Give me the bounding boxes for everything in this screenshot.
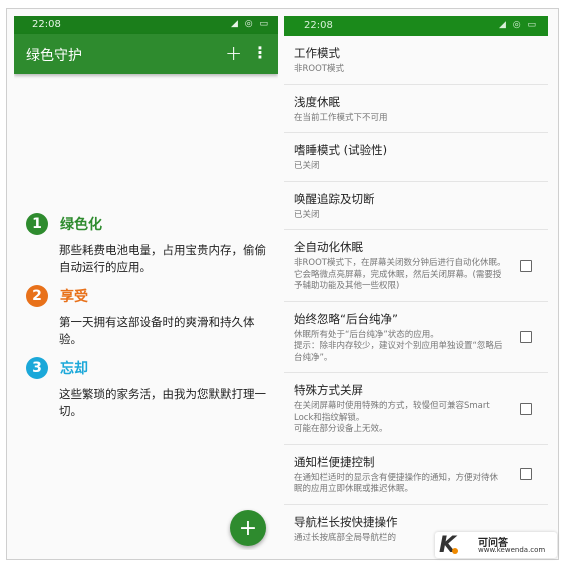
settings-checkbox[interactable] xyxy=(520,468,532,480)
settings-checkbox[interactable] xyxy=(520,259,532,272)
right-phone-screen: 22:08 ◢ ◎ ▭ 工作模式 非ROOT模式 浅度休眠 在当前工作模式下不可用 嗜睡… xyxy=(284,16,548,550)
status-time: 22:08 xyxy=(32,19,61,30)
feature-description: 那些耗费电池电量，占用宝贵内存，偷偷自动运行的应用。 xyxy=(59,243,266,274)
settings-item-title: 工作模式 xyxy=(294,46,340,60)
settings-item-summary: 非ROOT模式 xyxy=(294,64,344,74)
watermark-logo: K 可问答 www.kewenda.com xyxy=(435,532,557,558)
settings-item-title: 浅度休眠 xyxy=(294,94,340,109)
settings-item-title: 特殊方式关屏 xyxy=(294,383,363,397)
settings-item-title: 始终忽略“后台纯净” xyxy=(294,311,398,326)
settings-item[interactable]: 通知栏便捷控制在通知栏适时的显示含有便捷操作的通知，方便对待休眠的应用立即休眠或… xyxy=(284,445,548,505)
add-icon[interactable]: + xyxy=(225,41,242,65)
feature-description: 第一天拥有这部设备时的爽滑和持久体验。 xyxy=(59,315,255,346)
feature-number-badge: 3 xyxy=(26,357,48,379)
settings-item[interactable]: 特殊方式关屏在关闭屏幕时使用特殊的方式，较慢但可兼容Smart Lock和指纹解… xyxy=(284,373,548,445)
feature-name: 忘却 xyxy=(60,361,88,377)
status-bar: 22:08 ◢ ◎ ▭ xyxy=(14,16,278,34)
app-bar: 绿色守护 + ⋮ xyxy=(14,34,278,74)
settings-item-summary: 已关闭 xyxy=(294,209,320,220)
settings-checkbox[interactable] xyxy=(520,402,532,415)
more-options-icon[interactable]: ⋮ xyxy=(252,43,268,62)
status-bar: 22:08 ◢ ◎ ▭ xyxy=(284,16,548,36)
feature-name: 绿色化 xyxy=(60,217,102,233)
add-fab-button[interactable]: + xyxy=(230,510,266,546)
settings-item-summary: 在通知栏适时的显示含有便捷操作的通知，方便对待休眠的应用立即休眠或推迟休眠。 xyxy=(294,472,499,495)
watermark-dot xyxy=(452,548,458,554)
feature-item: 3 忘却 这些繁琐的家务活，由我为您默默打理一切。 xyxy=(26,356,270,420)
settings-item[interactable]: 唤醒追踪及切断已关闭 xyxy=(284,182,548,230)
status-icons: ◢ ◎ ▭ xyxy=(231,19,270,29)
settings-item[interactable]: 始终忽略“后台纯净” 休眠所有处于“后台纯净”状态的应用。 提示：除非内存较少，建… xyxy=(284,302,548,373)
watermark-k: K xyxy=(439,533,457,558)
settings-item-title: 全自动化休眠 xyxy=(294,240,363,254)
settings-item[interactable]: 浅度休眠在当前工作模式下不可用 xyxy=(284,85,548,133)
status-icons: ◢ ◎ ▭ xyxy=(499,20,538,30)
settings-item-summary: 休眠所有处于“后台纯净”状态的应用。 提示：除非内存较少，建议对个别应用单独设置… xyxy=(294,329,503,363)
settings-item-title: 唤醒追踪及切断 xyxy=(294,191,375,206)
settings-list: 工作模式 非ROOT模式 浅度休眠 在当前工作模式下不可用 嗜睡模式 (试验性) 已关闭唤… xyxy=(284,36,548,550)
settings-item[interactable]: 工作模式非ROOT模式 xyxy=(284,36,548,85)
feature-item: 2 享受 第一天拥有这部设备时的爽滑和持久体验。 xyxy=(26,284,270,348)
watermark-url: www.kewenda.com xyxy=(478,546,546,554)
feature-number-badge: 2 xyxy=(26,285,48,307)
feature-name: 享受 xyxy=(60,289,88,305)
settings-item-summary: 在关闭屏幕时使用特殊的方式，较慢但可兼容Smart Lock和指纹解锁。 可能在… xyxy=(294,401,490,434)
feature-description: 这些繁琐的家务活，由我为您默默打理一切。 xyxy=(59,387,266,418)
intro-features: 1 绿色化 那些耗费电池电量，占用宝贵内存，偷偷自动运行的应用。 2 享受 第一… xyxy=(26,212,270,428)
settings-checkbox[interactable] xyxy=(520,331,532,343)
app-title: 绿色守护 xyxy=(26,48,82,64)
feature-item: 1 绿色化 那些耗费电池电量，占用宝贵内存，偷偷自动运行的应用。 xyxy=(26,212,270,276)
settings-item[interactable]: 嗜睡模式 (试验性) 已关闭 xyxy=(284,133,548,182)
settings-item-title: 通知栏便捷控制 xyxy=(294,454,375,469)
settings-item-summary: 在当前工作模式下不可用 xyxy=(294,112,388,123)
settings-item-summary: 非ROOT模式下，在屏幕关闭数分钟后进行自动化休眠。它会略微点亮屏幕，完成休眠，… xyxy=(294,258,506,291)
left-phone-screen: 22:08 ◢ ◎ ▭ 绿色守护 + ⋮ 1 绿色化 那些耗费电池电量，占用宝贵… xyxy=(14,16,278,550)
feature-number-badge: 1 xyxy=(26,213,48,235)
settings-item-title: 嗜睡模式 (试验性) xyxy=(294,143,388,157)
settings-item[interactable]: 全自动化休眠非ROOT模式下，在屏幕关闭数分钟后进行自动化休眠。它会略微点亮屏幕… xyxy=(284,230,548,302)
settings-item-title: 导航栏长按快捷操作 xyxy=(294,514,398,529)
settings-item-summary: 已关闭 xyxy=(294,161,320,171)
status-time: 22:08 xyxy=(304,20,333,31)
